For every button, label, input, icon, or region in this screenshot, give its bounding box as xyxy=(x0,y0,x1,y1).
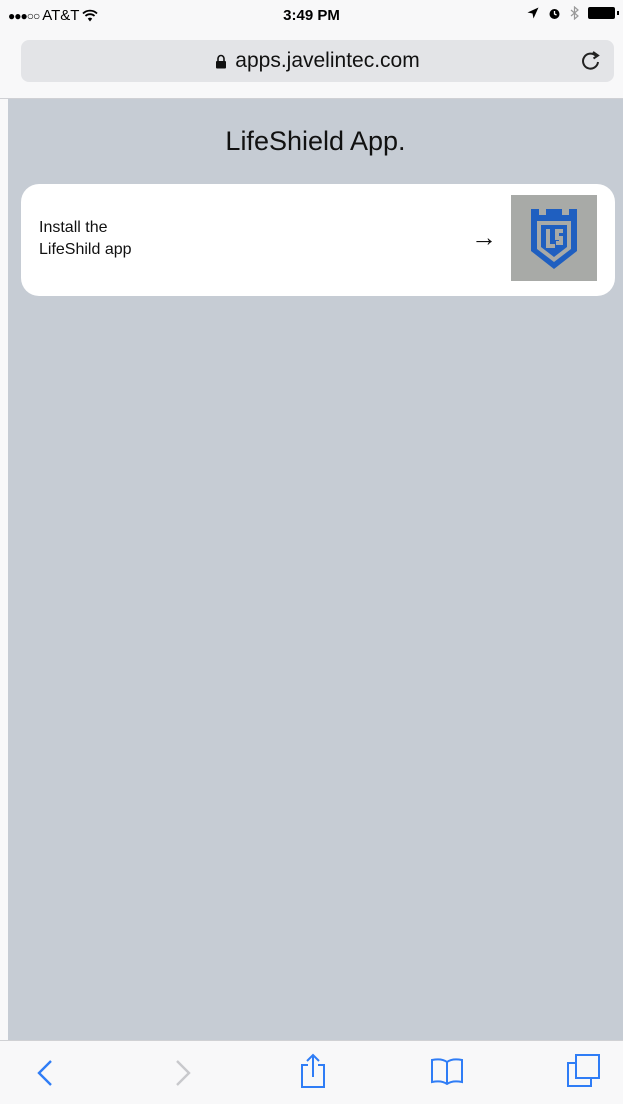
share-icon[interactable] xyxy=(300,1053,326,1089)
status-bar: ●●●○○ AT&T 3:49 PM xyxy=(0,0,623,30)
phone-screen: ●●●○○ AT&T 3:49 PM apps.javelintec.com L… xyxy=(0,0,623,1104)
status-right xyxy=(527,6,619,20)
install-app-card[interactable]: Install the LifeShild app → xyxy=(21,184,615,296)
right-arrow-icon: → xyxy=(471,222,497,252)
lock-icon xyxy=(216,54,227,68)
address-bar-content: apps.javelintec.com xyxy=(21,40,614,82)
lifeshield-logo-icon xyxy=(531,209,577,269)
web-page: LifeShield App. Install the LifeShild ap… xyxy=(8,99,623,1040)
bookmarks-icon[interactable] xyxy=(430,1057,464,1085)
address-bar[interactable]: apps.javelintec.com xyxy=(21,40,614,82)
bottom-toolbar xyxy=(0,1040,623,1104)
forward-icon[interactable] xyxy=(174,1059,192,1087)
install-card-text: Install the LifeShild app xyxy=(39,217,239,261)
page-title: LifeShield App. xyxy=(225,126,406,156)
reload-icon[interactable] xyxy=(580,49,602,73)
tabs-icon[interactable] xyxy=(565,1053,601,1089)
install-card-line1: Install the xyxy=(39,219,108,236)
url-text: apps.javelintec.com xyxy=(235,49,420,72)
lifeshield-app-icon[interactable] xyxy=(511,195,597,281)
install-card-line2: LifeShild app xyxy=(39,241,132,258)
bluetooth-icon xyxy=(570,6,579,20)
alarm-icon xyxy=(549,8,560,19)
battery-icon xyxy=(588,7,619,19)
back-icon[interactable] xyxy=(36,1059,54,1087)
location-arrow-icon xyxy=(527,7,539,19)
